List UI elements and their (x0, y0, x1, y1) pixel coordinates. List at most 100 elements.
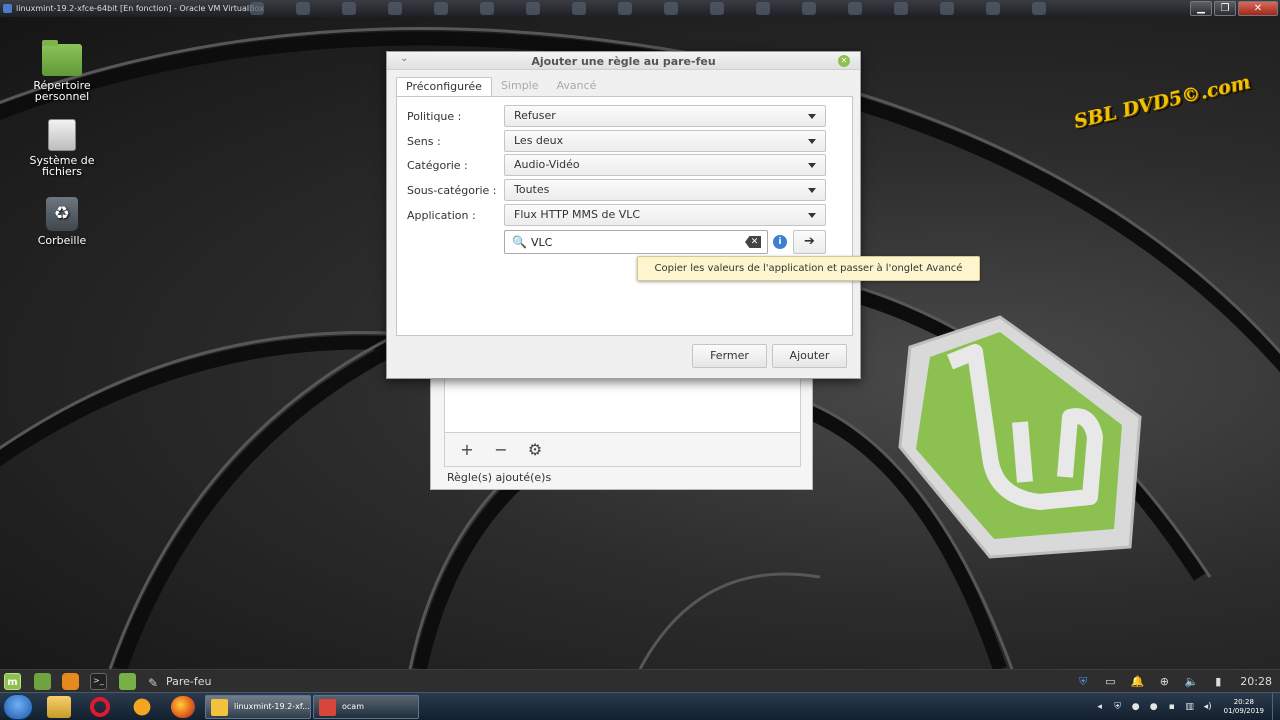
copy-to-advanced-button[interactable]: ➔ (793, 230, 826, 254)
dialog-close-button[interactable]: ✕ (838, 55, 850, 67)
toolbar-icon[interactable] (388, 2, 402, 15)
sous-categorie-select[interactable]: Toutes (504, 179, 826, 201)
volume-icon[interactable]: 🔈 (1183, 674, 1199, 690)
firefox-icon[interactable] (171, 696, 195, 718)
clear-icon[interactable]: ✕ (745, 236, 761, 248)
gear-icon[interactable]: ⚙ (527, 440, 543, 459)
tooltip: Copier les valeurs de l'application et p… (637, 256, 980, 281)
toolbar-icon[interactable] (296, 2, 310, 15)
toolbar-icon[interactable] (480, 2, 494, 15)
politique-select[interactable]: Refuser (504, 105, 826, 127)
add-rule-button[interactable]: + (459, 440, 475, 459)
dialog-title: Ajouter une règle au pare-feu (531, 55, 716, 68)
toolbar-icon[interactable] (848, 2, 862, 15)
toolbar-icon[interactable] (940, 2, 954, 15)
tray-app-icon[interactable]: ▪ (1166, 701, 1178, 713)
guest-clock[interactable]: 20:28 (1240, 675, 1272, 688)
desktop-icon-label: Système de fichiers (29, 154, 95, 178)
dropdown-arrow-icon (808, 114, 816, 119)
host-taskbar: linuxmint-19.2-xf... ocam ◂ ⛨ ● ● ▪ ▥ ◂)… (0, 692, 1280, 720)
network-icon[interactable]: ⊕ (1156, 674, 1172, 690)
remove-rule-button[interactable]: − (493, 440, 509, 459)
host-task-ocam[interactable]: ocam (313, 695, 419, 719)
application-select[interactable]: Flux HTTP MMS de VLC (504, 204, 826, 226)
tab-panel: Politique : Refuser Sens : Les deux Caté… (396, 96, 853, 336)
politique-label: Politique : (407, 110, 462, 123)
bell-icon[interactable]: 🔔 (1129, 674, 1145, 690)
add-button[interactable]: Ajouter (772, 344, 847, 368)
search-input[interactable]: 🔍 VLC ✕ (504, 230, 768, 254)
toolbar-icon[interactable] (986, 2, 1000, 15)
tray-app-icon[interactable]: ● (1130, 701, 1142, 713)
host-task-label: ocam (342, 702, 364, 711)
dropdown-arrow-icon (808, 139, 816, 144)
categorie-label: Catégorie : (407, 159, 468, 172)
host-task-virtualbox[interactable]: linuxmint-19.2-xf... (205, 695, 311, 719)
network-icon[interactable]: ▥ (1184, 701, 1196, 713)
folder-launcher-icon[interactable] (119, 673, 136, 690)
sous-categorie-label: Sous-catégorie : (407, 184, 497, 197)
tab-simple[interactable]: Simple (492, 77, 548, 97)
toolbar-icon[interactable] (572, 2, 586, 15)
rules-list[interactable] (444, 371, 801, 433)
toolbar-icon[interactable] (664, 2, 678, 15)
toolbar-icon[interactable] (894, 2, 908, 15)
display-icon[interactable]: ▭ (1102, 674, 1118, 690)
explorer-icon[interactable] (47, 696, 71, 718)
close-dialog-button[interactable]: Fermer (692, 344, 767, 368)
host-clock[interactable]: 20:28 01/09/2019 (1224, 698, 1264, 716)
sens-select[interactable]: Les deux (504, 130, 826, 152)
mint-menu-button[interactable]: m (4, 673, 21, 690)
maximize-button[interactable]: ❐ (1214, 1, 1236, 16)
taskbar-item-pare-feu[interactable]: ✎ Pare-feu (148, 673, 212, 690)
tray-app-icon[interactable]: ● (1148, 701, 1160, 713)
toolbar-icon[interactable] (1032, 2, 1046, 15)
toolbar-icon[interactable] (250, 2, 264, 15)
volume-icon[interactable]: ◂) (1202, 701, 1214, 713)
terminal-launcher-icon[interactable]: >_ (90, 673, 107, 690)
firewall-app-icon: ✎ (148, 676, 159, 690)
search-icon: 🔍 (512, 235, 527, 249)
add-rule-dialog: ⌄ Ajouter une règle au pare-feu ✕ Précon… (386, 51, 861, 379)
desktop-icon-trash[interactable]: ♻ Corbeille (12, 197, 112, 246)
shield-icon[interactable]: ⛨ (1112, 701, 1124, 713)
tab-bar: Préconfigurée Simple Avancé (396, 77, 605, 97)
categorie-select[interactable]: Audio-Vidéo (504, 154, 826, 176)
tab-preconfiguree[interactable]: Préconfigurée (396, 77, 492, 97)
application-value: Flux HTTP MMS de VLC (514, 208, 641, 221)
toolbar-icon[interactable] (802, 2, 816, 15)
minimize-button[interactable]: ▁ (1190, 1, 1212, 16)
host-clock-time: 20:28 (1233, 698, 1254, 706)
browser-launcher-icon[interactable] (62, 673, 79, 690)
sens-value: Les deux (514, 134, 564, 147)
battery-icon[interactable]: ▮ (1210, 674, 1226, 690)
toolbar-icon[interactable] (342, 2, 356, 15)
shield-icon[interactable]: ⛨ (1075, 674, 1091, 690)
desktop-icon-label: Corbeille (37, 234, 87, 247)
host-toolbar-icons (250, 2, 1170, 15)
start-button[interactable] (3, 694, 33, 720)
dropdown-arrow-icon (808, 188, 816, 193)
close-button[interactable]: ✕ (1238, 1, 1278, 16)
files-launcher-icon[interactable] (34, 673, 51, 690)
toolbar-icon[interactable] (526, 2, 540, 15)
toolbar-icon[interactable] (756, 2, 770, 15)
desktop-icon-filesystem[interactable]: Système de fichiers (12, 119, 112, 177)
desktop-icon-home[interactable]: Répertoire personnel (12, 40, 112, 102)
toolbar-icon[interactable] (710, 2, 724, 15)
dropdown-arrow-icon (808, 163, 816, 168)
tab-avance[interactable]: Avancé (548, 77, 606, 97)
host-clock-date: 01/09/2019 (1223, 707, 1264, 715)
sound-icon[interactable]: ◂ (1094, 701, 1106, 713)
opera-icon[interactable] (88, 696, 112, 718)
host-window-controls: ▁ ❐ ✕ (1188, 0, 1278, 17)
host-window-title: linuxmint-19.2-xfce-64bit [En fonction] … (16, 4, 264, 13)
toolbar-icon[interactable] (618, 2, 632, 15)
dialog-titlebar: ⌄ Ajouter une règle au pare-feu ✕ (387, 52, 860, 70)
power-icon[interactable] (130, 696, 154, 718)
info-icon[interactable]: i (773, 235, 787, 249)
linux-mint-logo (898, 315, 1142, 559)
application-label: Application : (407, 209, 476, 222)
toolbar-icon[interactable] (434, 2, 448, 15)
show-desktop-button[interactable] (1272, 693, 1280, 720)
